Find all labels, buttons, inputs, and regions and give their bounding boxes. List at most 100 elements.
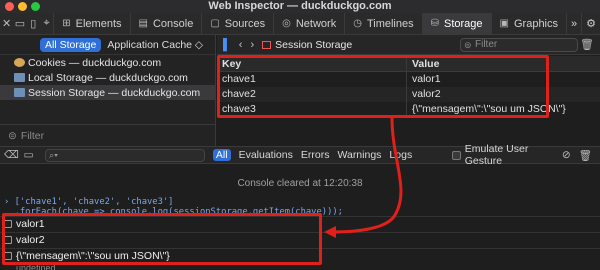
storage-content-toolbar: ▌ ‹ › Session Storage ⊜ Filter 🗑	[217, 35, 600, 55]
settings-button[interactable]: ⚙	[581, 12, 600, 35]
dock-side-icon[interactable]: ▯	[27, 13, 40, 35]
table-row[interactable]: chave2 valor2	[217, 87, 600, 102]
sidebar-item-label: Cookies — duckduckgo.com	[28, 56, 162, 69]
sidebar-item-local-storage[interactable]: Local Storage — duckduckgo.com	[0, 70, 215, 85]
elements-icon: ⊞	[62, 18, 71, 29]
breadcrumb-label: Session Storage	[275, 38, 353, 51]
console-command[interactable]: › ['chave1', 'chave2', 'chave3'] .forEac…	[4, 197, 343, 217]
chevron-right-icon: »	[571, 17, 578, 30]
cell-key: chave1	[217, 72, 407, 87]
log-icon	[4, 252, 12, 260]
table-row[interactable]: chave3 {\"mensagem\":\"sou um JSON\"}	[217, 102, 600, 117]
tab-timelines[interactable]: ◷ Timelines	[344, 12, 421, 35]
filter-placeholder: Filter	[475, 39, 498, 50]
table-icon	[262, 40, 272, 49]
prompt-chevron-icon: ›	[4, 197, 15, 207]
storage-filter-input[interactable]: ⊜ Filter	[460, 38, 578, 52]
all-storage-button[interactable]: All Storage	[40, 37, 102, 52]
level-all-button[interactable]: All	[212, 149, 231, 161]
level-errors-button[interactable]: Errors	[301, 149, 330, 161]
log-text: valor1	[16, 218, 45, 230]
emulate-user-gesture-toggle[interactable]: Emulate User Gesture	[452, 143, 562, 167]
sidebar-item-label: Session Storage — duckduckgo.com	[28, 86, 201, 99]
back-icon[interactable]: ‹	[239, 39, 243, 51]
tab-sources[interactable]: ▢ Sources	[201, 12, 273, 35]
session-storage-table: Key Value chave1 valor1 chave2 valor2 ch…	[217, 56, 600, 146]
table-row[interactable]: chave1 valor1	[217, 72, 600, 87]
cell-value: valor1	[412, 73, 441, 85]
more-tabs-button[interactable]: »	[566, 12, 581, 35]
network-icon: ◎	[282, 18, 291, 29]
tab-console[interactable]: ▤ Console	[129, 12, 202, 35]
sidebar-filter-input[interactable]: ⊜ Filter	[0, 124, 216, 146]
sidebar-item-session-storage[interactable]: Session Storage — duckduckgo.com	[0, 85, 215, 100]
log-text: valor2	[16, 234, 45, 246]
sidebar-item-cookies[interactable]: Cookies — duckduckgo.com	[0, 55, 215, 70]
log-icon	[4, 236, 12, 244]
emulate-gesture-label: Emulate User Gesture	[464, 143, 529, 167]
command-result: undefined	[16, 263, 56, 270]
command-line-1: ['chave1', 'chave2', 'chave3']	[14, 197, 174, 207]
tab-network[interactable]: ◎ Network	[273, 12, 344, 35]
sidebar-filter-placeholder: Filter	[20, 129, 45, 142]
sources-icon: ▢	[210, 18, 220, 29]
checkbox[interactable]	[452, 150, 461, 160]
filter-icon: ⊜	[464, 40, 472, 50]
tab-label: Sources	[224, 17, 266, 30]
storage-scope-bar: All Storage Application Cache ◇	[0, 35, 215, 55]
console-filter-input[interactable]: ⌕▾	[45, 148, 205, 162]
level-logs-button[interactable]: Logs	[389, 149, 412, 161]
level-warnings-button[interactable]: Warnings	[337, 149, 381, 161]
split-console-icon[interactable]: ▭	[22, 149, 35, 161]
timelines-icon: ◷	[353, 18, 362, 29]
tab-elements[interactable]: ⊞ Elements	[53, 12, 129, 35]
tab-label: Network	[295, 17, 337, 30]
cell-key: chave2	[217, 87, 407, 102]
log-entry[interactable]: valor1	[0, 216, 600, 231]
cell-key: chave3	[217, 102, 407, 117]
tab-label: Graphics	[513, 17, 559, 30]
forward-icon[interactable]: ›	[250, 39, 254, 51]
sidebar-toggle-icon[interactable]: ▌	[223, 39, 231, 51]
tab-label: Timelines	[366, 17, 414, 30]
tab-bar: ✕ ▭ ▯ ⌖ ⊞ Elements ▤ Console ▢ Sources ◎ Net…	[0, 12, 600, 35]
tab-label: Console	[152, 17, 194, 30]
inspect-element-icon[interactable]: ⌖	[40, 13, 53, 35]
close-inspector-icon[interactable]: ✕	[0, 13, 13, 35]
tab-storage[interactable]: ⛁ Storage	[421, 12, 491, 35]
log-entry[interactable]: {\"mensagem\":\"sou um JSON\"}	[0, 248, 600, 263]
dock-bottom-icon[interactable]: ▭	[13, 13, 26, 35]
log-entry[interactable]: valor2	[0, 232, 600, 247]
column-header-key[interactable]: Key	[217, 56, 407, 71]
filter-icon: ⊜	[8, 129, 17, 142]
breadcrumb: Session Storage	[262, 39, 352, 51]
tab-graphics[interactable]: ▣ Graphics	[490, 12, 566, 35]
log-text: {\"mensagem\":\"sou um JSON\"}	[16, 250, 170, 262]
trash-icon[interactable]: 🗑	[579, 149, 592, 162]
console-cleared-message: Console cleared at 12:20:38	[237, 178, 363, 189]
tab-label: Elements	[75, 17, 122, 30]
log-icon	[4, 220, 12, 228]
console-toolbar-actions: ⊘ 🗑	[562, 149, 600, 162]
local-storage-icon	[14, 73, 25, 82]
gear-icon: ⚙	[586, 18, 597, 30]
storage-sidebar: All Storage Application Cache ◇ Cookies …	[0, 35, 216, 146]
storage-icon: ⛁	[430, 18, 439, 29]
session-storage-icon	[14, 88, 25, 97]
cookie-icon	[14, 58, 25, 67]
preserve-log-icon[interactable]: ⊘	[562, 149, 571, 162]
console-icon: ▤	[138, 18, 148, 29]
sidebar-item-label: Local Storage — duckduckgo.com	[28, 71, 188, 84]
trash-icon[interactable]: 🗑	[580, 38, 594, 51]
cell-value: {\"mensagem\":\"sou um JSON\"}	[412, 103, 566, 115]
console-toolbar: ⌫ ▭ ⌕▾ All Evaluations Errors Warnings L…	[0, 143, 600, 167]
window-title: Web Inspector — duckduckgo.com	[208, 0, 392, 12]
level-evaluations-button[interactable]: Evaluations	[239, 149, 293, 161]
column-header-value[interactable]: Value	[407, 56, 439, 71]
table-header: Key Value	[217, 56, 600, 72]
graphics-icon: ▣	[499, 18, 509, 29]
application-cache-dropdown[interactable]: Application Cache ◇	[107, 39, 203, 51]
clear-console-icon[interactable]: ⌫	[4, 149, 19, 161]
cell-value: valor2	[412, 88, 441, 100]
tab-label: Storage	[444, 17, 483, 30]
